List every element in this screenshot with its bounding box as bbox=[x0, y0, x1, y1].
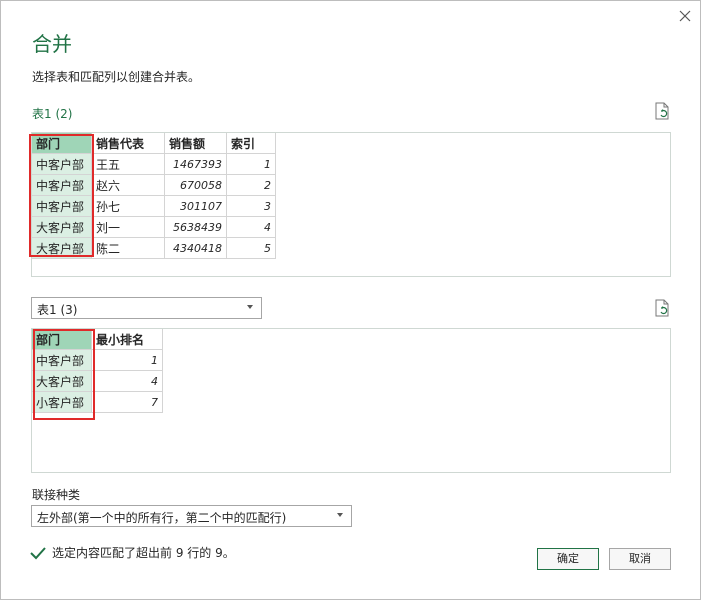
cell: 孙七 bbox=[91, 195, 165, 217]
table2-grid: 部门 最小排名 中客户部 1 大客户部 4 小客户部 7 bbox=[32, 329, 163, 413]
cell: 301107 bbox=[164, 195, 227, 217]
table-row: 小客户部 7 bbox=[32, 391, 163, 413]
cell: 大客户部 bbox=[32, 237, 92, 259]
column-header-index[interactable]: 索引 bbox=[226, 133, 276, 154]
refresh-preview-icon[interactable] bbox=[654, 102, 670, 120]
table1-grid: 部门 销售代表 销售额 索引 中客户部 王五 1467393 1 中客户部 赵六… bbox=[32, 133, 276, 259]
cell: 陈二 bbox=[91, 237, 165, 259]
cell: 中客户部 bbox=[32, 174, 92, 196]
join-kind-value: 左外部(第一个中的所有行，第二个中的匹配行) bbox=[37, 511, 287, 525]
cell: 刘一 bbox=[91, 216, 165, 238]
table-row: 中客户部 赵六 670058 2 bbox=[32, 174, 276, 196]
merge-dialog: 合并 选择表和匹配列以创建合并表。 表1 (2) 部门 销售代表 销售额 索引 … bbox=[0, 0, 701, 600]
table-row: 中客户部 孙七 301107 3 bbox=[32, 195, 276, 217]
table2-select-value: 表1 (3) bbox=[37, 303, 78, 317]
table1-preview: 部门 销售代表 销售额 索引 中客户部 王五 1467393 1 中客户部 赵六… bbox=[31, 132, 671, 277]
cell: 4340418 bbox=[164, 237, 227, 259]
cell: 3 bbox=[226, 195, 276, 217]
cell: 中客户部 bbox=[32, 349, 92, 371]
match-status-text: 选定内容匹配了超出前 9 行的 9。 bbox=[52, 546, 235, 560]
cell: 赵六 bbox=[91, 174, 165, 196]
cell: 4 bbox=[91, 370, 163, 392]
chevron-down-icon bbox=[337, 513, 343, 517]
cell: 1 bbox=[91, 349, 163, 371]
cell: 大客户部 bbox=[32, 370, 92, 392]
cell: 1 bbox=[226, 153, 276, 175]
table-row: 中客户部 1 bbox=[32, 349, 163, 371]
dialog-subtitle: 选择表和匹配列以创建合并表。 bbox=[32, 70, 201, 84]
column-header-department[interactable]: 部门 bbox=[32, 133, 92, 154]
cell: 大客户部 bbox=[32, 216, 92, 238]
checkmark-icon bbox=[30, 546, 46, 559]
cell: 2 bbox=[226, 174, 276, 196]
table-row: 中客户部 王五 1467393 1 bbox=[32, 153, 276, 175]
column-header-department[interactable]: 部门 bbox=[32, 329, 92, 350]
ok-button[interactable]: 确定 bbox=[537, 548, 599, 570]
cancel-button[interactable]: 取消 bbox=[609, 548, 671, 570]
close-icon[interactable] bbox=[675, 6, 695, 26]
column-header-sales-rep[interactable]: 销售代表 bbox=[91, 133, 165, 154]
cell: 小客户部 bbox=[32, 391, 92, 413]
table2-preview: 部门 最小排名 中客户部 1 大客户部 4 小客户部 7 bbox=[31, 328, 671, 473]
chevron-down-icon bbox=[247, 305, 253, 309]
cell: 中客户部 bbox=[32, 153, 92, 175]
table-row: 大客户部 刘一 5638439 4 bbox=[32, 216, 276, 238]
refresh-preview-icon[interactable] bbox=[654, 299, 670, 317]
cell: 5 bbox=[226, 237, 276, 259]
column-header-min-rank[interactable]: 最小排名 bbox=[91, 329, 163, 350]
cell: 7 bbox=[91, 391, 163, 413]
table-row: 大客户部 陈二 4340418 5 bbox=[32, 237, 276, 259]
cell: 王五 bbox=[91, 153, 165, 175]
match-status: 选定内容匹配了超出前 9 行的 9。 bbox=[30, 544, 235, 561]
cell: 中客户部 bbox=[32, 195, 92, 217]
join-kind-label: 联接种类 bbox=[32, 488, 81, 502]
column-header-sales[interactable]: 销售额 bbox=[164, 133, 227, 154]
cell: 5638439 bbox=[164, 216, 227, 238]
join-kind-select[interactable]: 左外部(第一个中的所有行，第二个中的匹配行) bbox=[31, 505, 352, 527]
cell: 670058 bbox=[164, 174, 227, 196]
table2-select[interactable]: 表1 (3) bbox=[31, 297, 262, 319]
table1-name: 表1 (2) bbox=[32, 107, 73, 121]
cell: 1467393 bbox=[164, 153, 227, 175]
cell: 4 bbox=[226, 216, 276, 238]
table-row: 大客户部 4 bbox=[32, 370, 163, 392]
dialog-title: 合并 bbox=[32, 32, 72, 56]
